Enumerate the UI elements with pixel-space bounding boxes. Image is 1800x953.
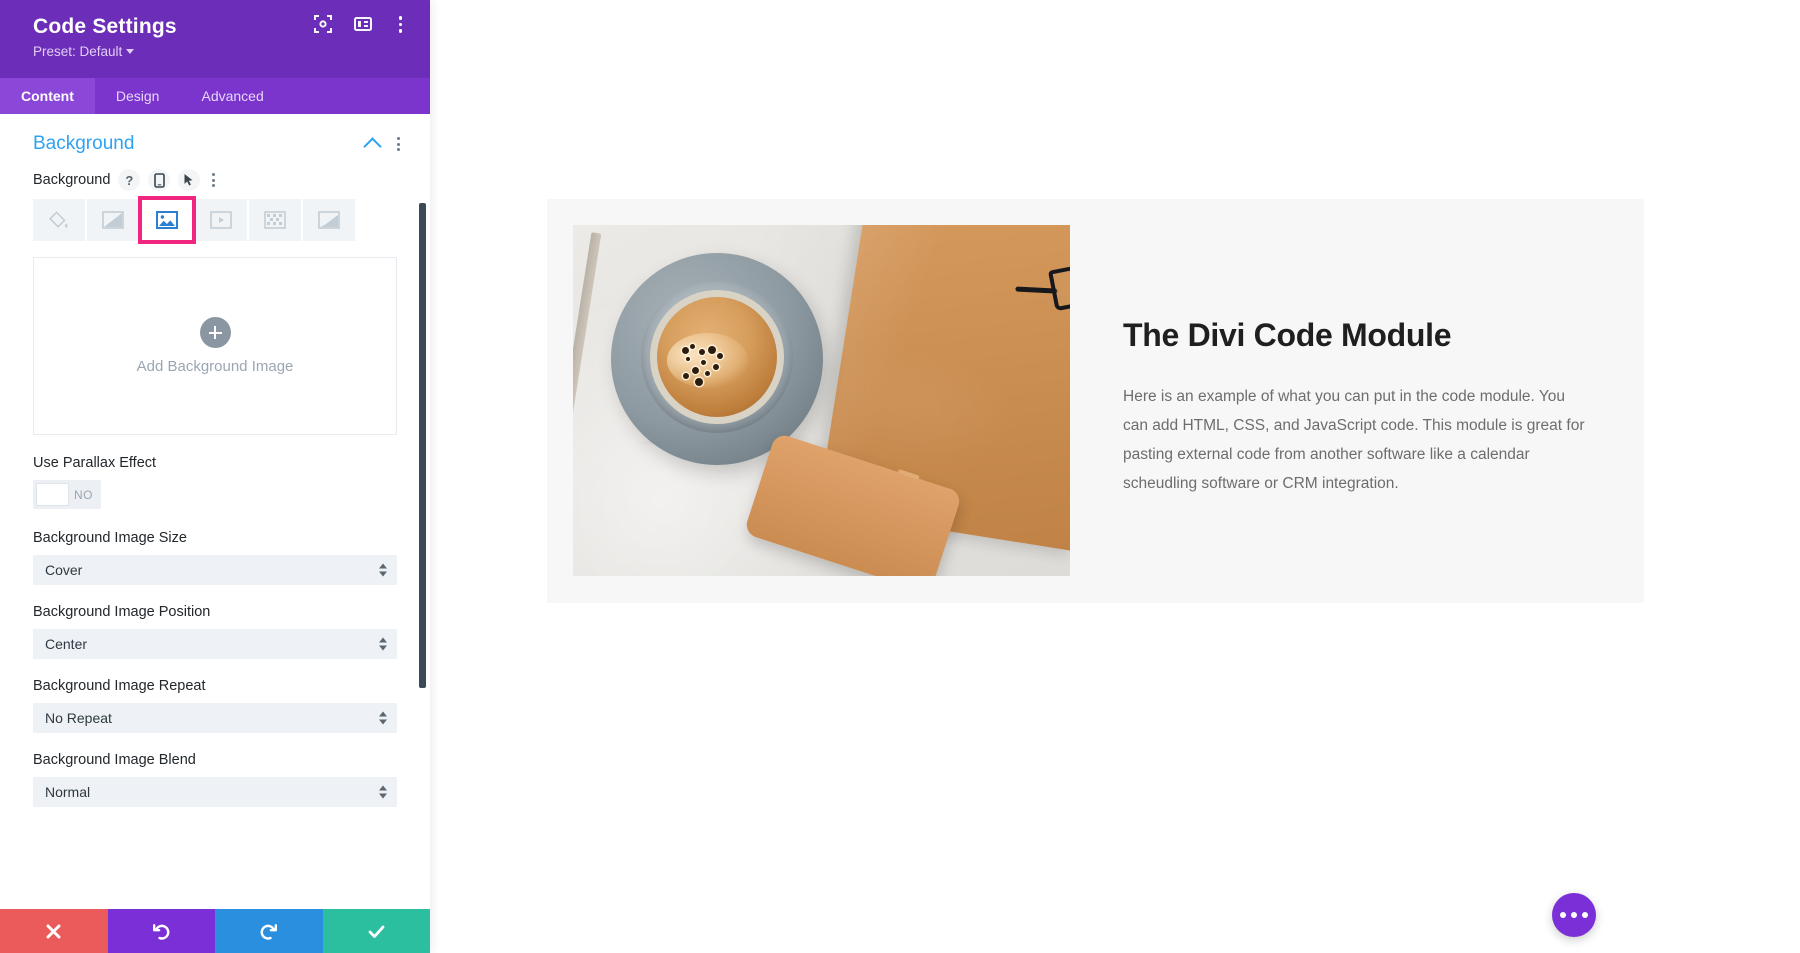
background-image-position-label: Background Image Position [33, 604, 211, 620]
cursor-pointer-icon[interactable] [178, 169, 201, 191]
background-image-repeat-select[interactable]: No Repeat [33, 703, 397, 733]
use-parallax-effect-label: Use Parallax Effect [33, 455, 157, 471]
module-body-text: Here is an example of what you can put i… [1123, 388, 1585, 492]
background-image-repeat-control: Background Image Repeat No Repeat [0, 678, 430, 733]
mobile-device-icon[interactable] [148, 169, 171, 191]
section-title: Background [33, 133, 135, 154]
background-section-header: Background [0, 114, 430, 169]
toggle-value: NO [74, 487, 93, 502]
preset-selector[interactable]: Preset: Default [33, 44, 135, 59]
close-icon [46, 924, 61, 938]
redo-button[interactable] [215, 909, 323, 953]
undo-icon [152, 923, 170, 940]
code-module-row: The Divi Code Module Here is an example … [547, 199, 1644, 603]
background-image-blend-control: Background Image Blend Normal [0, 752, 430, 807]
chevron-up-icon[interactable] [363, 136, 382, 156]
chevron-updown-icon [379, 563, 387, 577]
tab-content[interactable]: Content [0, 78, 95, 114]
background-pattern-tab[interactable] [249, 199, 301, 241]
row-inner: The Divi Code Module Here is an example … [547, 199, 1644, 576]
code-module-text: The Divi Code Module Here is an example … [1123, 225, 1644, 576]
panel-scrollbar[interactable] [419, 203, 426, 688]
background-field-header: Background ? [0, 169, 430, 199]
background-image-tab[interactable] [138, 196, 196, 244]
background-image-size-control: Background Image Size Cover [0, 530, 430, 585]
add-background-image-dropzone[interactable]: Add Background Image [33, 257, 397, 435]
background-image-blend-select[interactable]: Normal [33, 777, 397, 807]
chevron-updown-icon [379, 785, 387, 799]
settings-scroll-area: Background Background ? Add Background I… [0, 114, 430, 909]
builder-screen: Code Settings Preset: Default Content De… [0, 0, 1800, 953]
focus-frame-icon[interactable] [313, 14, 333, 34]
background-type-tabs [0, 196, 430, 244]
background-image-blend-label: Background Image Blend [33, 752, 196, 768]
background-field-label: Background [33, 172, 111, 188]
panel-header-icons [313, 14, 409, 35]
chevron-down-icon [126, 49, 135, 54]
section-more-vertical-icon[interactable] [393, 135, 404, 153]
save-button[interactable] [322, 909, 430, 953]
panel-action-bar [0, 909, 430, 953]
flatlay-photo [573, 225, 1070, 576]
page-settings-fab[interactable] [1552, 893, 1596, 937]
more-vertical-icon[interactable] [393, 14, 409, 35]
cancel-button[interactable] [0, 909, 108, 953]
module-settings-panel: Code Settings Preset: Default Content De… [0, 0, 430, 953]
dropzone-label: Add Background Image [136, 358, 294, 375]
question-mark-icon[interactable]: ? [118, 169, 141, 191]
tab-design[interactable]: Design [95, 78, 181, 114]
tab-advanced[interactable]: Advanced [180, 78, 284, 114]
background-image-position-control: Background Image Position Center [0, 604, 430, 659]
coffee-liquid [657, 297, 777, 417]
chevron-updown-icon [379, 711, 387, 725]
background-image-position-value: Center [45, 636, 88, 652]
background-image-repeat-value: No Repeat [45, 710, 112, 726]
background-image-size-select[interactable]: Cover [33, 555, 397, 585]
ellipsis-icon [1582, 912, 1588, 918]
ellipsis-icon [1560, 912, 1566, 918]
background-gradient-tab[interactable] [87, 199, 139, 241]
section-header-actions [363, 135, 404, 156]
background-mask-tab[interactable] [303, 199, 355, 241]
background-image-position-select[interactable]: Center [33, 629, 397, 659]
background-image-blend-value: Normal [45, 784, 91, 800]
settings-tabs: Content Design Advanced [0, 78, 430, 114]
plus-circle-icon [199, 317, 231, 358]
preset-label: Preset: Default [33, 44, 123, 59]
check-icon [368, 925, 385, 938]
module-heading: The Divi Code Module [1123, 317, 1452, 353]
ellipsis-icon [1571, 912, 1577, 918]
undo-button[interactable] [107, 909, 215, 953]
background-image-size-value: Cover [45, 562, 83, 578]
background-video-tab[interactable] [195, 199, 247, 241]
use-parallax-effect-control: Use Parallax Effect NO [0, 455, 430, 511]
coffee-bubbles [679, 343, 753, 398]
layout-panel-icon[interactable] [353, 14, 373, 34]
use-parallax-effect-toggle[interactable]: NO [33, 480, 101, 509]
background-field-more-vertical-icon[interactable] [208, 171, 219, 189]
background-image-size-label: Background Image Size [33, 530, 187, 546]
panel-header: Code Settings Preset: Default [0, 0, 430, 78]
background-color-tab[interactable] [33, 199, 85, 241]
toggle-knob [36, 483, 69, 506]
background-image-repeat-label: Background Image Repeat [33, 678, 206, 694]
page-preview: The Divi Code Module Here is an example … [430, 0, 1800, 953]
chevron-updown-icon [379, 637, 387, 651]
redo-icon [260, 923, 278, 940]
